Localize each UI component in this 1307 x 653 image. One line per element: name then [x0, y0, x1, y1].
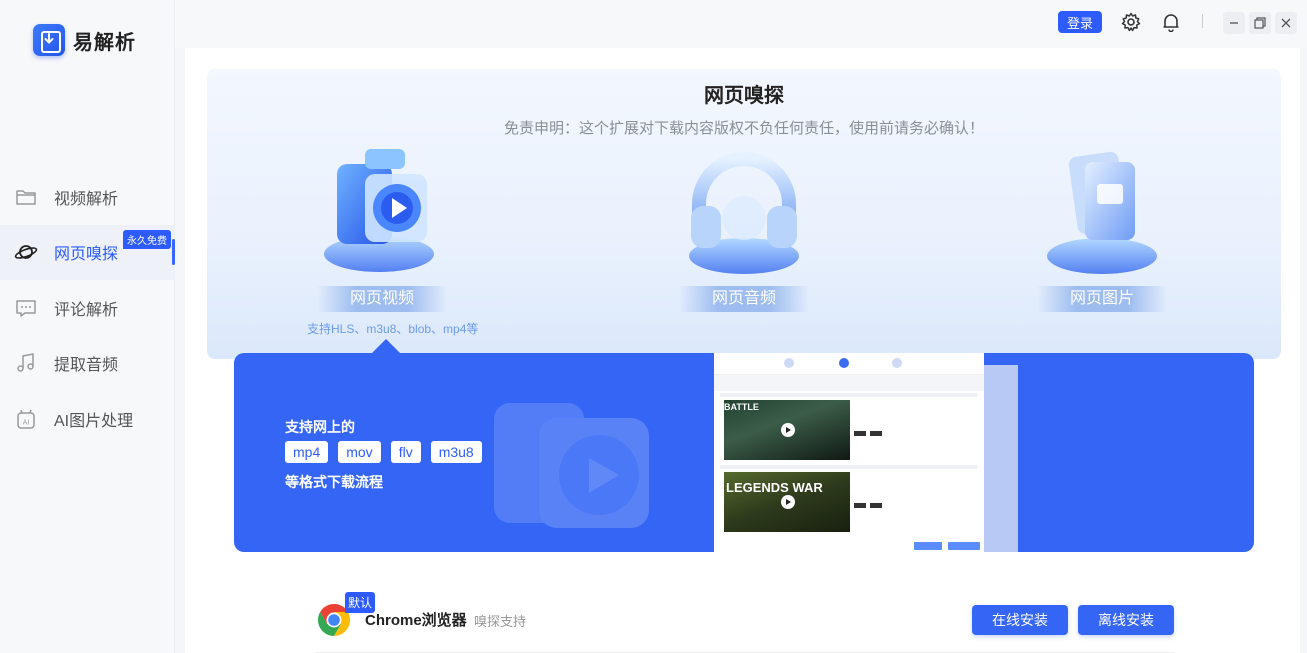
login-button[interactable]: 登录 [1058, 11, 1102, 33]
music-icon [14, 351, 38, 375]
restore-icon[interactable] [1249, 12, 1271, 34]
format-tag: mov [338, 441, 381, 463]
sidebar-item-label: 提取音频 [54, 357, 119, 375]
hero-section: 网页嗅探 免责申明：这个扩展对下载内容版权不负任何责任，使用前请务必确认！ 网页… [207, 69, 1281, 359]
free-forever-badge: 永久免费 [123, 229, 171, 249]
svg-text:AI: AI [23, 418, 30, 426]
download-logo-icon [33, 24, 65, 56]
app-logo: 易解析 [33, 24, 136, 56]
thumbnail-title: BATTLE [724, 402, 759, 412]
format-tag: mp4 [285, 441, 329, 463]
browser-install-row: 默认 Chrome浏览器 嗅探支持 在线安装 离线安装 [315, 592, 1175, 653]
preview-list-item: LEGENDS WAR [720, 465, 977, 532]
preview-button [914, 542, 942, 550]
online-install-button[interactable]: 在线安装 [972, 605, 1068, 635]
browser-name: Chrome浏览器 [365, 612, 467, 629]
play-icon [781, 423, 795, 437]
browser-note: 嗅探支持 [474, 614, 527, 629]
feature-label: 网页图片 [1037, 286, 1167, 312]
feature-web-image[interactable]: 网页图片 [1027, 144, 1177, 312]
preview-toolbar [714, 375, 984, 391]
play-icon [781, 495, 795, 509]
preview-list-item: BATTLE [720, 393, 977, 460]
preview-tag [854, 431, 866, 436]
video-thumbnail: BATTLE [724, 400, 850, 460]
folder-icon [14, 185, 38, 209]
demo-screenshot: BATTLE LEGENDS WAR [714, 353, 984, 552]
preview-button [948, 542, 980, 550]
preview-tab-icon [839, 358, 849, 368]
close-icon[interactable] [1275, 12, 1297, 34]
disclaimer-text: 免责申明：这个扩展对下载内容版权不负任何责任，使用前请务必确认！ [503, 120, 984, 137]
ai-image-icon: AI [14, 407, 38, 431]
main-panel: 网页嗅探 免责申明：这个扩展对下载内容版权不负任何责任，使用前请务必确认！ 网页… [185, 48, 1300, 653]
preview-tab-icon [892, 358, 902, 368]
format-tags: mp4 mov flv m3u8 [285, 441, 482, 463]
picture-icon [1037, 144, 1167, 284]
format-tag: flv [390, 441, 421, 463]
thumbnail-title: LEGENDS WAR [726, 480, 823, 495]
format-banner: 支持网上的 mp4 mov flv m3u8 等格式下载流程 BATTLE LE… [234, 353, 1254, 552]
sidebar-item-label: 视频解析 [54, 190, 119, 208]
preview-tabs [714, 353, 984, 375]
sidebar-item-comment-parse[interactable]: 评论解析 [0, 280, 175, 336]
page-title: 网页嗅探 [704, 85, 784, 107]
sidebar-item-web-sniff[interactable]: 网页嗅探 永久免费 [0, 224, 175, 280]
preview-tag [870, 503, 882, 508]
banner-line-2: 等格式下载流程 [285, 474, 383, 490]
format-tag: m3u8 [430, 441, 482, 463]
video-camera-icon [317, 144, 447, 284]
sidebar-item-label: 网页嗅探 [54, 246, 119, 264]
headphones-icon [679, 144, 809, 284]
bell-icon[interactable] [1160, 11, 1182, 33]
preview-tag [870, 431, 882, 436]
gear-icon[interactable] [1120, 11, 1142, 33]
banner-pointer [372, 339, 400, 353]
feature-desc: 支持HLS、m3u8、blob、mp4等 [307, 322, 479, 336]
preview-tab-icon [784, 358, 794, 368]
banner-line-1: 支持网上的 [285, 419, 355, 435]
sidebar-item-label: AI图片处理 [54, 412, 134, 430]
feature-label: 网页音频 [679, 286, 809, 312]
preview-side-panel [984, 365, 1018, 552]
sidebar-item-extract-audio[interactable]: 提取音频 [0, 336, 175, 392]
feature-web-video[interactable]: 网页视频 支持HLS、m3u8、blob、mp4等 [307, 144, 479, 337]
minimize-icon[interactable] [1223, 12, 1245, 34]
sidebar-item-ai-image[interactable]: AI AI图片处理 [0, 391, 175, 447]
title-bar: 登录 [175, 0, 1307, 48]
preview-tag [854, 503, 866, 508]
sidebar-nav: 视频解析 网页嗅探 永久免费 评论解析 提取音频 AI AI图片处理 [0, 169, 175, 447]
video-thumbnail: LEGENDS WAR [724, 472, 850, 532]
feature-web-audio[interactable]: 网页音频 [669, 144, 819, 312]
offline-install-button[interactable]: 离线安装 [1078, 605, 1174, 635]
camera-watermark-icon [484, 383, 674, 552]
sidebar-item-video-parse[interactable]: 视频解析 [0, 169, 175, 225]
app-name: 易解析 [73, 31, 136, 54]
sidebar-item-label: 评论解析 [54, 301, 119, 319]
feature-label: 网页视频 [317, 286, 447, 312]
sidebar: 易解析 视频解析 网页嗅探 永久免费 评论解析 提取音频 AI AI图片处理 [0, 0, 175, 653]
divider [1202, 14, 1203, 28]
planet-icon [14, 240, 38, 264]
comment-icon [14, 296, 38, 320]
